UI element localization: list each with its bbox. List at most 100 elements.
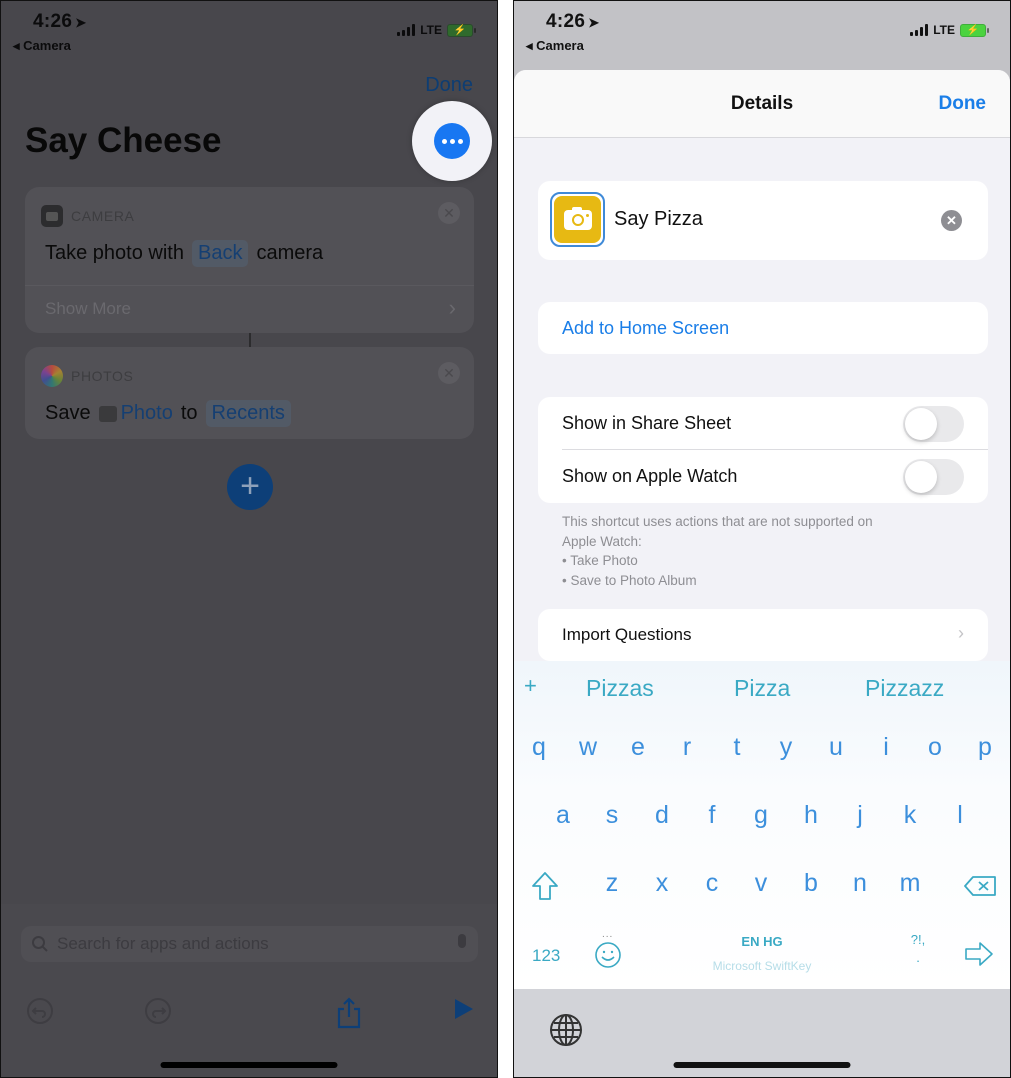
key-a[interactable]: a (556, 801, 570, 830)
status-time: 4:26 ➤ (546, 11, 599, 33)
right-phone-screen: 4:26➤ ◂ Camera LTE ⚡ Details Done ✕ Add … (513, 0, 1011, 1078)
done-button[interactable]: Done (425, 74, 473, 97)
key-t[interactable]: t (734, 733, 741, 762)
chevron-right-icon: › (448, 295, 456, 320)
key-h[interactable]: h (804, 801, 818, 830)
key-r[interactable]: r (683, 733, 691, 762)
share-sheet-row: Show in Share Sheet (538, 397, 988, 450)
key-z[interactable]: z (606, 869, 619, 898)
key-u[interactable]: u (829, 733, 843, 762)
camera-mini-icon (98, 405, 117, 422)
photos-action-card[interactable]: PHOTOS ✕ Save Photo to Recents (25, 347, 474, 439)
key-s[interactable]: s (606, 801, 619, 830)
key-g[interactable]: g (754, 801, 768, 830)
done-button[interactable]: Done (939, 93, 987, 115)
key-w[interactable]: w (579, 733, 597, 762)
action-header: CAMERA (41, 205, 135, 227)
toggle-label: Show on Apple Watch (562, 466, 738, 486)
undo-icon[interactable] (26, 997, 54, 1025)
microphone-icon[interactable] (458, 934, 466, 948)
apple-watch-toggle[interactable] (903, 459, 964, 495)
share-icon[interactable] (336, 997, 362, 1029)
add-word-button[interactable]: + (524, 673, 537, 699)
suggestion-1[interactable]: Pizzas (586, 675, 654, 702)
action-text: to (180, 402, 198, 424)
key-b[interactable]: b (804, 869, 818, 898)
share-sheet-toggle[interactable] (903, 406, 964, 442)
punctuation-key[interactable]: ?!,. (908, 931, 928, 967)
add-action-button[interactable]: + (227, 464, 273, 510)
more-options-button[interactable] (434, 123, 470, 159)
toggle-knob (905, 408, 937, 440)
battery-charging-icon: ⚡ (447, 23, 476, 37)
action-text: Save (45, 402, 91, 424)
key-j[interactable]: j (857, 801, 863, 830)
play-icon[interactable] (453, 997, 475, 1021)
photo-variable-token[interactable]: Photo (98, 402, 173, 425)
key-l[interactable]: l (957, 801, 963, 830)
backspace-icon[interactable] (963, 875, 997, 897)
globe-icon[interactable] (549, 1013, 583, 1047)
status-indicators: LTE ⚡ (910, 23, 989, 37)
redo-icon[interactable] (144, 997, 172, 1025)
punct-top: ?!, (910, 932, 926, 947)
time-text: 4:26 (546, 11, 586, 32)
search-placeholder: Search for apps and actions (57, 934, 269, 953)
suggestion-3[interactable]: Pizzazz (865, 675, 944, 702)
signal-icon (910, 24, 929, 36)
key-k[interactable]: k (904, 801, 917, 830)
shortcut-name-row: ✕ (538, 181, 988, 260)
import-questions-row[interactable]: Import Questions › (538, 609, 988, 661)
key-v[interactable]: v (755, 869, 768, 898)
shortcut-name-input[interactable] (614, 208, 914, 231)
key-o[interactable]: o (928, 733, 942, 762)
camera-action-card[interactable]: CAMERA ✕ Take photo with Back camera Sho… (25, 187, 474, 333)
space-bar-brand: Microsoft SwiftKey (712, 959, 812, 973)
status-time: 4:26 ➤ (33, 11, 86, 33)
left-phone-screen: 4:26 ➤ ◂ Camera LTE ⚡ Done Say Cheese CAM… (0, 0, 498, 1078)
shift-icon[interactable] (531, 871, 559, 901)
key-d[interactable]: d (655, 801, 669, 830)
key-x[interactable]: x (656, 869, 669, 898)
show-more-button[interactable]: Show More (45, 299, 131, 319)
action-text: Take photo with (45, 242, 184, 264)
status-bar: 4:26 ➤ ◂ Camera LTE ⚡ (514, 11, 1010, 55)
key-p[interactable]: p (978, 733, 992, 762)
back-to-camera-link[interactable]: ◂ Camera (13, 38, 71, 54)
keyboard-system-bar (514, 989, 1010, 1077)
album-param-token[interactable]: Recents (205, 400, 291, 427)
key-m[interactable]: m (900, 869, 921, 898)
home-indicator (160, 1062, 338, 1068)
camera-param-token[interactable]: Back (191, 240, 249, 267)
remove-action-icon[interactable]: ✕ (438, 202, 460, 224)
note-line: Apple Watch: (562, 533, 642, 549)
shortcut-icon-button[interactable] (550, 192, 605, 247)
space-bar-language[interactable]: EN HG (514, 934, 1010, 949)
toggle-label: Show in Share Sheet (562, 413, 732, 433)
token-label: Photo (120, 402, 173, 424)
remove-action-icon[interactable]: ✕ (438, 362, 460, 384)
key-i[interactable]: i (883, 733, 889, 762)
swiftkey-keyboard: + Pizzas Pizza Pizzazz q w e r t y u i o p a s d f g h… (514, 661, 1010, 989)
key-e[interactable]: e (631, 733, 645, 762)
apple-watch-row: Show on Apple Watch (538, 450, 988, 503)
note-line: • Save to Photo Album (562, 572, 697, 588)
search-input[interactable]: Search for apps and actions (21, 926, 478, 962)
key-f[interactable]: f (709, 801, 716, 830)
key-c[interactable]: c (706, 869, 719, 898)
enter-arrow-icon[interactable] (964, 941, 994, 967)
search-icon (32, 936, 48, 952)
key-n[interactable]: n (853, 869, 867, 898)
clear-text-icon[interactable]: ✕ (941, 210, 962, 231)
watch-support-note: This shortcut uses actions that are not … (562, 512, 962, 590)
key-y[interactable]: y (780, 733, 793, 762)
chevron-right-icon: › (958, 623, 964, 643)
add-to-home-row: Add to Home Screen (538, 302, 988, 354)
add-to-home-screen-button[interactable]: Add to Home Screen (562, 318, 729, 339)
suggestion-2[interactable]: Pizza (734, 675, 790, 702)
sheet-title: Details (730, 93, 794, 114)
back-to-camera-link[interactable]: ◂ Camera (526, 38, 584, 54)
ellipsis-dot (449, 138, 455, 144)
time-text: 4:26 (33, 11, 73, 32)
key-q[interactable]: q (532, 733, 546, 762)
